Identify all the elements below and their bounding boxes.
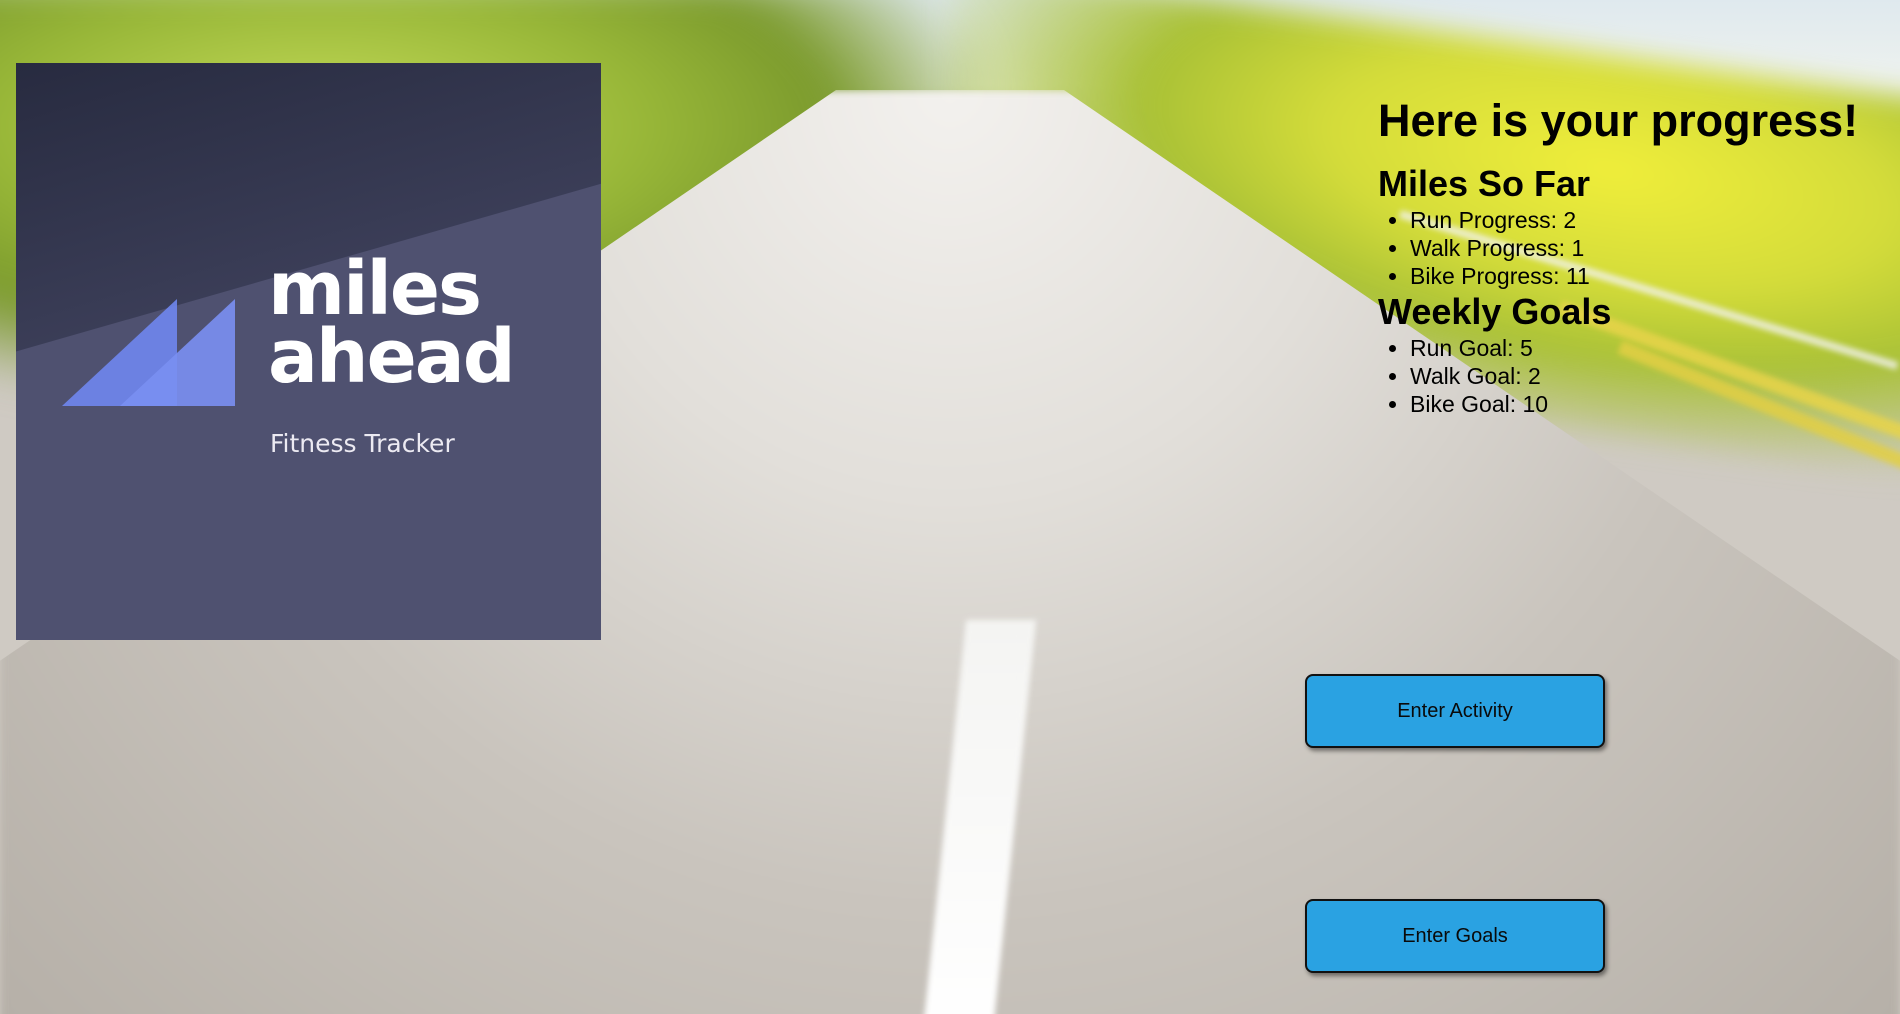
- list-item-run-goal: Run Goal: 5: [1410, 334, 1858, 362]
- goals-heading: Weekly Goals: [1378, 291, 1612, 332]
- miles-list: Run Progress: 2 Walk Progress: 1 Bike Pr…: [1378, 206, 1858, 290]
- progress-section: Here is your progress! Miles So Far Run …: [1378, 80, 1858, 418]
- enter-goals-button[interactable]: Enter Goals: [1305, 899, 1605, 973]
- list-item-bike-goal: Bike Goal: 10: [1410, 390, 1858, 418]
- enter-activity-button[interactable]: Enter Activity: [1305, 674, 1605, 748]
- logo-tagline: Fitness Tracker: [270, 429, 455, 458]
- page: miles ahead Fitness Tracker Here is your…: [0, 0, 1900, 1014]
- page-title: Here is your progress!: [1378, 95, 1859, 146]
- goals-list: Run Goal: 5 Walk Goal: 2 Bike Goal: 10: [1378, 334, 1858, 418]
- miles-heading: Miles So Far: [1378, 163, 1591, 204]
- logo-word-ahead: ahead: [268, 314, 516, 400]
- sails-logo-icon: [62, 299, 235, 406]
- list-item-walk-progress: Walk Progress: 1: [1410, 234, 1858, 262]
- logo-panel: miles ahead Fitness Tracker: [16, 63, 601, 640]
- list-item-walk-goal: Walk Goal: 2: [1410, 362, 1858, 390]
- list-item-bike-progress: Bike Progress: 11: [1410, 262, 1858, 290]
- list-item-run-progress: Run Progress: 2: [1410, 206, 1858, 234]
